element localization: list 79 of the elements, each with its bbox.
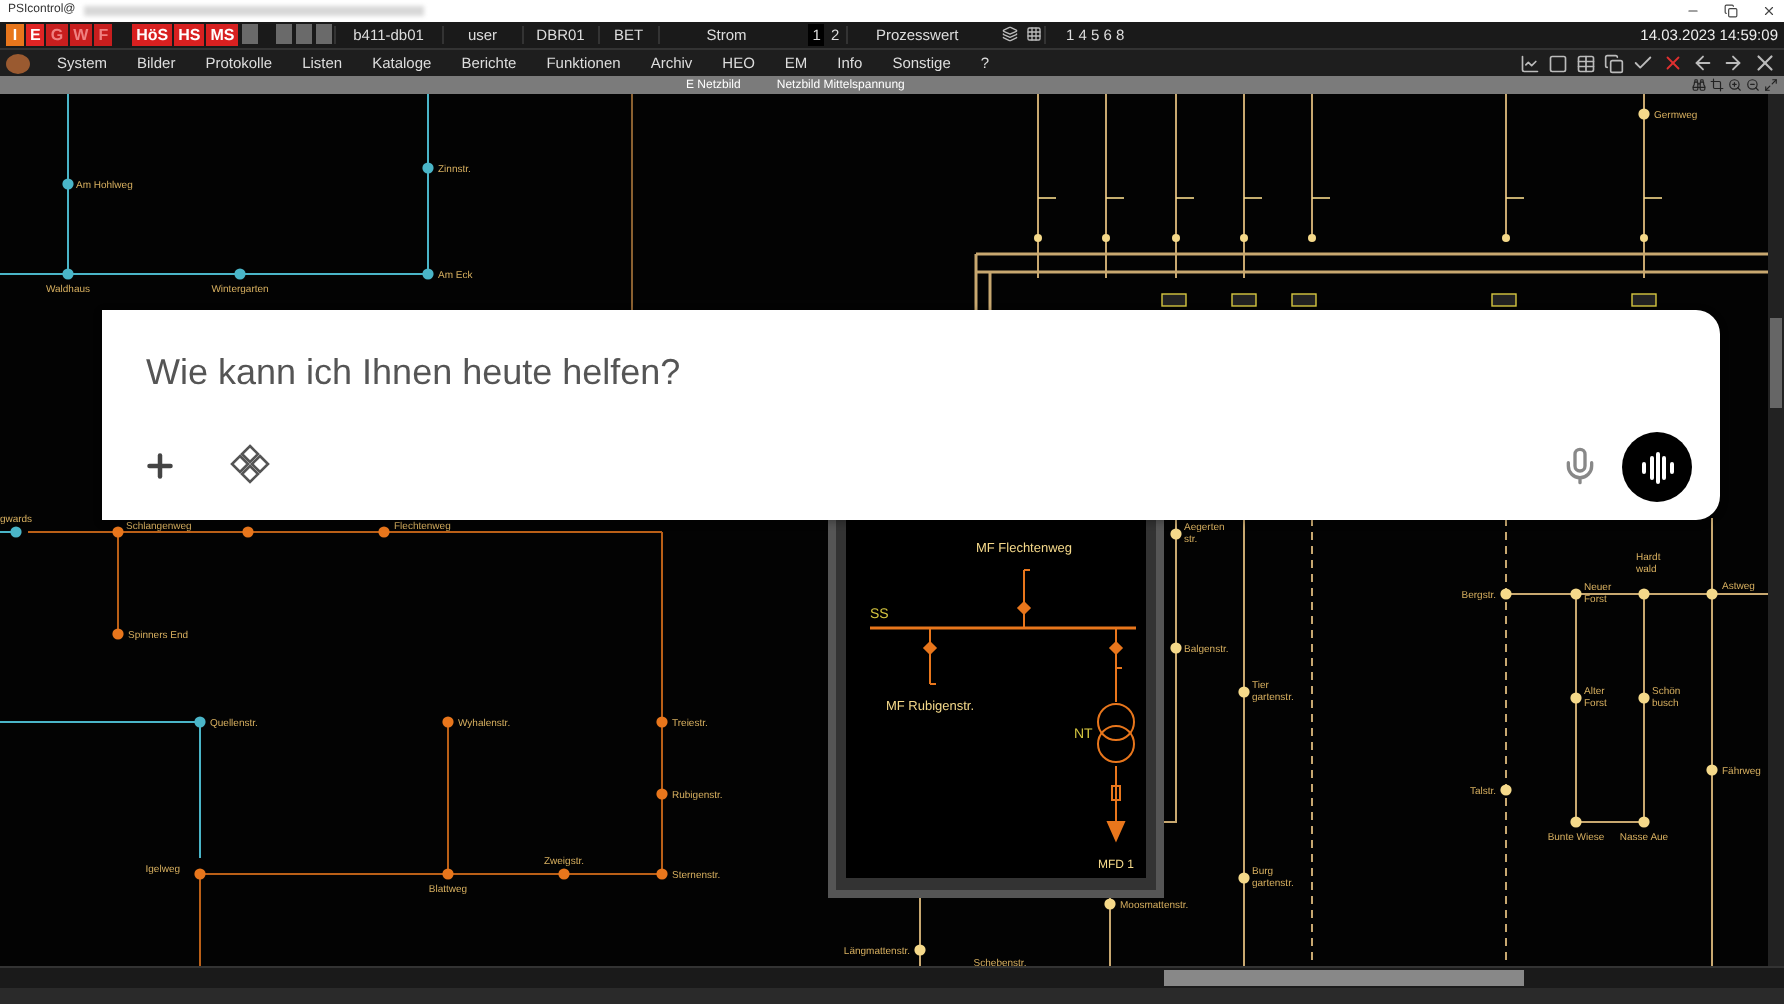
binoculars-icon[interactable] bbox=[1692, 78, 1706, 93]
station-node[interactable] bbox=[194, 716, 206, 729]
station-node[interactable] bbox=[10, 526, 22, 539]
close-icon[interactable] bbox=[1752, 50, 1778, 77]
status-indicator bbox=[316, 24, 333, 45]
terminal-box bbox=[1631, 293, 1657, 308]
station-node[interactable] bbox=[1238, 686, 1250, 699]
station-node[interactable] bbox=[1706, 588, 1718, 601]
crop-icon[interactable] bbox=[1710, 78, 1724, 93]
scrollbar-thumb[interactable] bbox=[1164, 970, 1524, 987]
station-node[interactable] bbox=[442, 868, 454, 881]
station-node[interactable] bbox=[656, 716, 668, 729]
station-node[interactable] bbox=[656, 868, 668, 881]
diamond-grid-icon bbox=[230, 444, 270, 484]
station-node[interactable] bbox=[242, 526, 254, 539]
add-button[interactable] bbox=[142, 448, 178, 484]
voice-mode-button[interactable] bbox=[1622, 432, 1692, 502]
station-node[interactable] bbox=[1638, 108, 1650, 121]
station-node[interactable] bbox=[112, 628, 124, 641]
station-node[interactable] bbox=[558, 868, 570, 881]
cable-line bbox=[919, 897, 921, 967]
scrollbar-thumb[interactable] bbox=[1770, 318, 1782, 409]
station-node[interactable] bbox=[1570, 816, 1582, 829]
station-node[interactable] bbox=[1170, 642, 1182, 655]
station-node[interactable] bbox=[656, 788, 668, 801]
horizontal-scrollbar[interactable] bbox=[0, 966, 1784, 989]
station-node[interactable] bbox=[1500, 784, 1512, 797]
tools-button[interactable] bbox=[230, 444, 270, 484]
station-node[interactable] bbox=[1638, 692, 1650, 705]
window-icon[interactable] bbox=[1548, 53, 1568, 74]
terminal-box bbox=[1291, 293, 1317, 308]
level-button[interactable]: HS bbox=[174, 23, 205, 46]
prompt-field[interactable]: Wie kann ich Ihnen heute helfen? bbox=[142, 350, 1350, 396]
status-indicator bbox=[276, 24, 293, 45]
station-node[interactable] bbox=[1104, 898, 1116, 911]
station-node[interactable] bbox=[1170, 528, 1182, 541]
app-logo[interactable] bbox=[6, 53, 30, 74]
station-node[interactable] bbox=[62, 268, 74, 281]
waveform-icon bbox=[1639, 451, 1675, 483]
copy-icon[interactable] bbox=[1604, 53, 1624, 74]
station-node[interactable] bbox=[422, 162, 434, 175]
terminal-box bbox=[1491, 293, 1517, 308]
grid-icon[interactable] bbox=[1025, 26, 1042, 43]
station-node[interactable] bbox=[1706, 764, 1718, 777]
station-node[interactable] bbox=[1570, 692, 1582, 705]
zoom-in-icon[interactable] bbox=[1728, 78, 1742, 93]
terminal-box bbox=[1231, 293, 1257, 308]
back-icon[interactable] bbox=[1692, 52, 1714, 75]
level-button[interactable]: MS bbox=[206, 23, 239, 46]
station-node[interactable] bbox=[1638, 816, 1650, 829]
close-icon[interactable] bbox=[1762, 3, 1776, 18]
forward-icon[interactable] bbox=[1722, 52, 1744, 75]
layers-icon[interactable] bbox=[1001, 26, 1018, 43]
table-icon[interactable] bbox=[1576, 53, 1596, 74]
station-node[interactable] bbox=[378, 526, 390, 539]
station-node[interactable] bbox=[422, 268, 434, 281]
station-node[interactable] bbox=[234, 268, 246, 281]
status-indicator bbox=[242, 24, 259, 45]
station-node[interactable] bbox=[1570, 588, 1582, 601]
station-node[interactable] bbox=[1500, 588, 1512, 601]
station-node[interactable] bbox=[194, 868, 206, 881]
station-node[interactable] bbox=[112, 526, 124, 539]
station-node[interactable] bbox=[62, 178, 74, 191]
terminal-box bbox=[1161, 293, 1187, 308]
station-node[interactable] bbox=[442, 716, 454, 729]
restore-icon[interactable] bbox=[1724, 3, 1738, 18]
cancel-icon[interactable] bbox=[1662, 52, 1684, 75]
zoom-out-icon[interactable] bbox=[1746, 78, 1760, 93]
vertical-scrollbar[interactable] bbox=[1768, 94, 1784, 967]
transformer-drawing bbox=[1097, 703, 1135, 843]
plus-icon bbox=[142, 448, 178, 484]
level-button[interactable]: HöS bbox=[132, 23, 173, 46]
alarm-button[interactable]: E bbox=[26, 23, 45, 46]
fit-icon[interactable] bbox=[1764, 78, 1778, 93]
station-node[interactable] bbox=[1638, 588, 1650, 601]
station-node[interactable] bbox=[914, 944, 926, 957]
station-node[interactable] bbox=[1238, 872, 1250, 885]
chart-icon[interactable] bbox=[1520, 53, 1540, 74]
status-indicator bbox=[296, 24, 313, 45]
